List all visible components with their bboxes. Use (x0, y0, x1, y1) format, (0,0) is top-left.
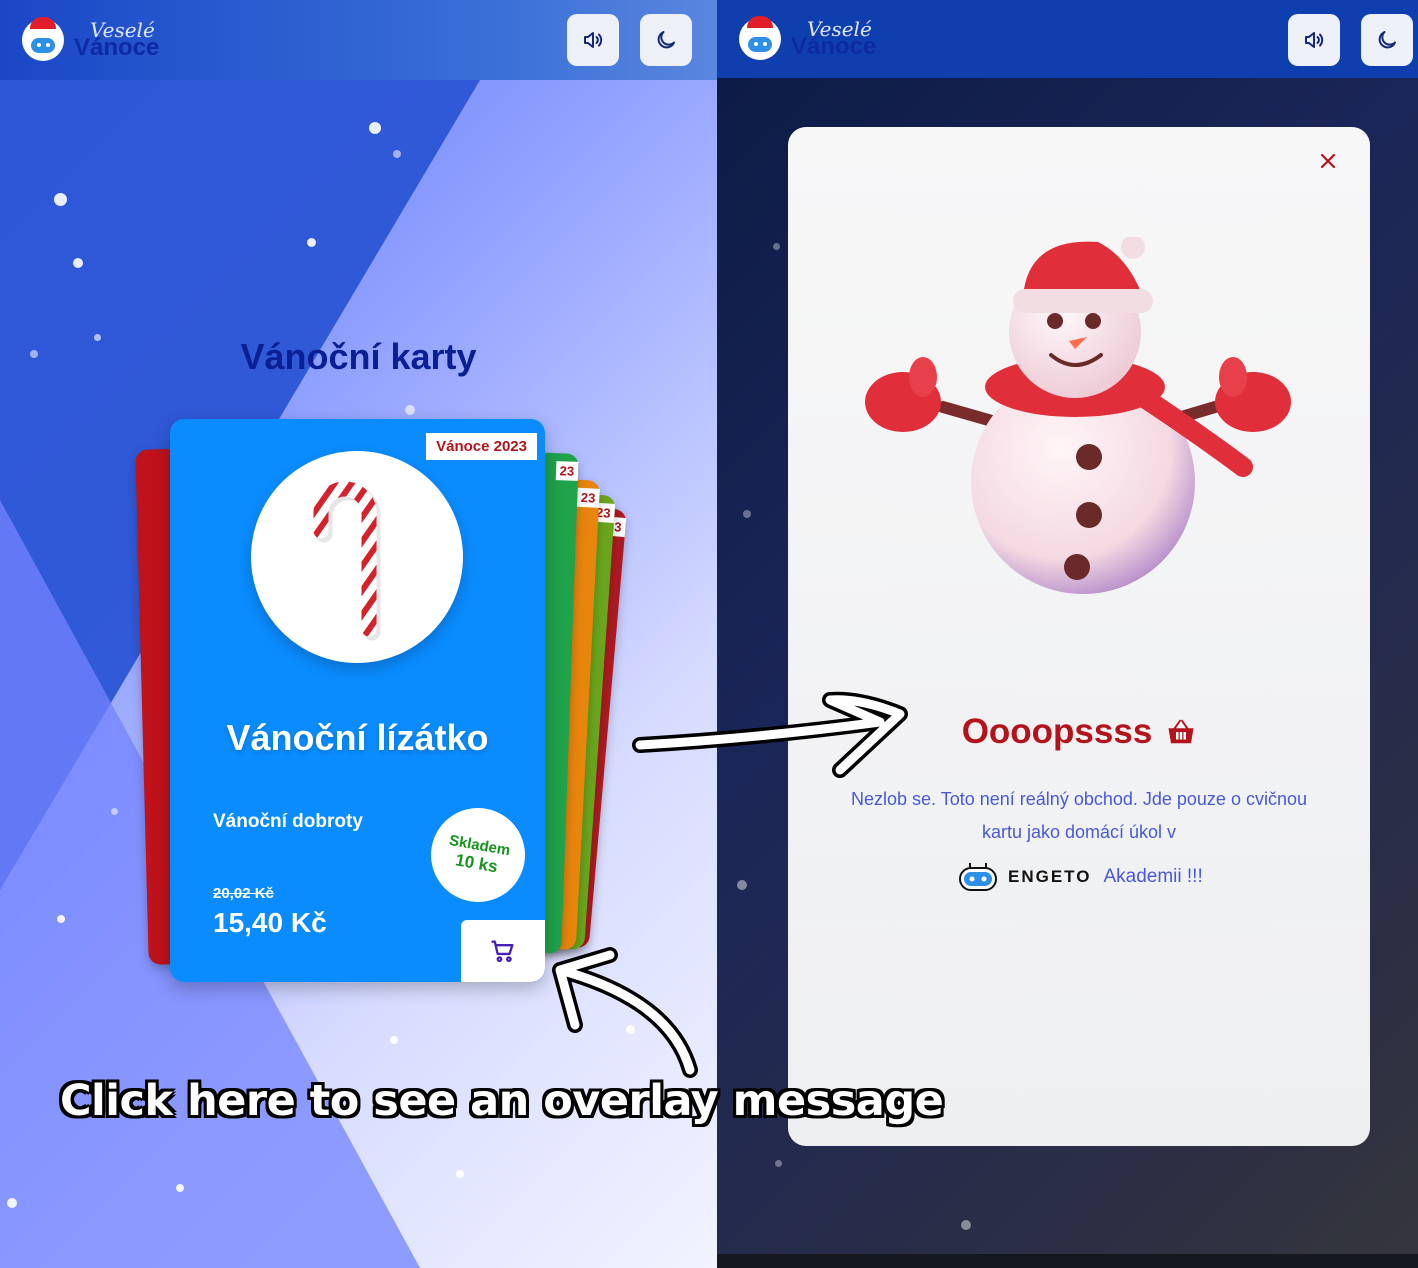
snowflake (773, 243, 780, 250)
snowman-icon (865, 237, 1291, 594)
snowflake (54, 193, 67, 206)
close-button[interactable] (1320, 147, 1336, 175)
card-tag: 23 (576, 487, 600, 508)
cart-icon (491, 940, 514, 963)
snowflake (176, 1184, 184, 1192)
site-logo[interactable]: Veselé Vánoce (739, 16, 877, 60)
engeto-link[interactable]: ENGETO Akademii !!! (956, 861, 1203, 893)
academy-text: Akademii !!! (1103, 866, 1203, 887)
site-logo[interactable]: Veselé Vánoce (22, 17, 160, 61)
logo-bot-icon (22, 17, 64, 61)
snowflake (393, 150, 401, 158)
logo-bot-icon (739, 16, 781, 60)
snowflake (57, 915, 65, 923)
product-card[interactable]: Vánoce 2023 Vánoční lízátko Vánoční dobr… (170, 419, 545, 982)
old-price: 20,02 Kč (213, 885, 274, 902)
product-name: Vánoční lízátko (226, 717, 489, 758)
logo-big-text: Vánoce (791, 33, 877, 60)
snowflake (405, 405, 415, 415)
engeto-bot-icon (959, 863, 997, 891)
sound-toggle-button[interactable] (567, 14, 619, 66)
snowflake (307, 238, 316, 247)
moon-icon (1378, 31, 1396, 49)
dark-mode-toggle-button[interactable] (1361, 14, 1413, 66)
speaker-icon (1305, 32, 1324, 48)
snowflake (369, 122, 381, 134)
snowflake (73, 258, 83, 268)
snowflake (111, 808, 118, 815)
annotation-arrow-up-icon (552, 947, 698, 1078)
speaker-icon (584, 32, 603, 48)
snowflake (743, 510, 751, 518)
sound-toggle-button[interactable] (1288, 14, 1340, 66)
candy-cane-icon (313, 481, 381, 641)
overlay-modal: Oooopssss Nezlob se. Toto není reálný ob… (788, 127, 1370, 1146)
snowflake (775, 1160, 782, 1167)
snowflake (456, 1170, 464, 1178)
bottom-bar (717, 1254, 1418, 1268)
close-icon (1320, 153, 1336, 169)
moon-icon (657, 31, 675, 49)
card-tag: 23 (555, 461, 579, 481)
annotation-arrow-right-icon (632, 691, 908, 778)
snowflake (390, 1036, 398, 1044)
snowflake (961, 1220, 971, 1230)
snowflake (7, 1198, 17, 1208)
stock-badge: Skladem 10 ks (423, 800, 533, 910)
engeto-wordmark: ENGETO (1008, 867, 1092, 886)
basket-icon (1168, 719, 1194, 744)
logo-big-text: Vánoce (74, 34, 160, 61)
product-category: Vánoční dobroty (213, 811, 363, 832)
current-price: 15,40 Kč (213, 907, 327, 938)
modal-title-text: Oooopssss (961, 712, 1153, 751)
annotation-caption: Click here to see an overlay message (60, 1076, 944, 1126)
section-title: Vánoční karty (240, 336, 477, 377)
snowflake (737, 880, 747, 890)
modal-message: Nezlob se. Toto není reálný obchod. Jde … (851, 789, 1307, 842)
dark-mode-toggle-button[interactable] (640, 14, 692, 66)
product-image-circle (251, 451, 463, 663)
